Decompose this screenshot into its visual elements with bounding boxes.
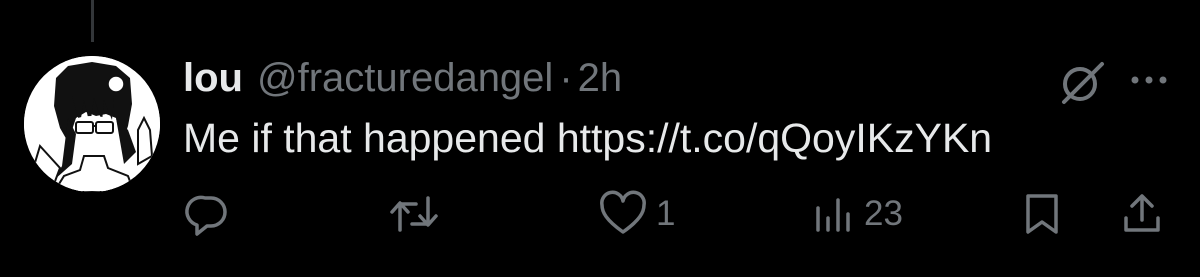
more-icon[interactable] <box>1126 60 1172 100</box>
share-icon <box>1124 194 1160 232</box>
retweet-icon <box>390 196 438 232</box>
retweet-button[interactable] <box>388 190 440 238</box>
views-count: 23 <box>864 194 903 233</box>
heart-icon <box>600 190 646 234</box>
views-button[interactable]: 23 <box>812 190 903 238</box>
bookmark-button[interactable] <box>1020 190 1064 238</box>
avatar-illustration <box>24 56 160 192</box>
grok-icon[interactable] <box>1056 56 1108 108</box>
separator-dot: · <box>559 56 573 100</box>
tweet-header: lou @fracturedangel · 2h <box>183 54 622 102</box>
like-count: 1 <box>656 194 676 233</box>
tweet-text: Me if that happened https://t.co/qQoyIKz… <box>183 115 993 161</box>
display-name[interactable]: lou <box>183 54 243 102</box>
bookmark-icon <box>1026 194 1058 234</box>
thread-line <box>91 0 94 42</box>
share-button[interactable] <box>1118 190 1166 238</box>
reply-button[interactable] <box>183 190 231 238</box>
reply-icon <box>185 195 227 236</box>
like-button[interactable]: 1 <box>598 190 675 238</box>
user-handle[interactable]: @fracturedangel <box>257 54 553 102</box>
tweet-card[interactable]: lou @fracturedangel · 2h Me if that happ… <box>0 0 1200 277</box>
avatar[interactable] <box>24 56 160 192</box>
timestamp[interactable]: 2h <box>578 54 623 102</box>
views-icon <box>816 198 850 232</box>
